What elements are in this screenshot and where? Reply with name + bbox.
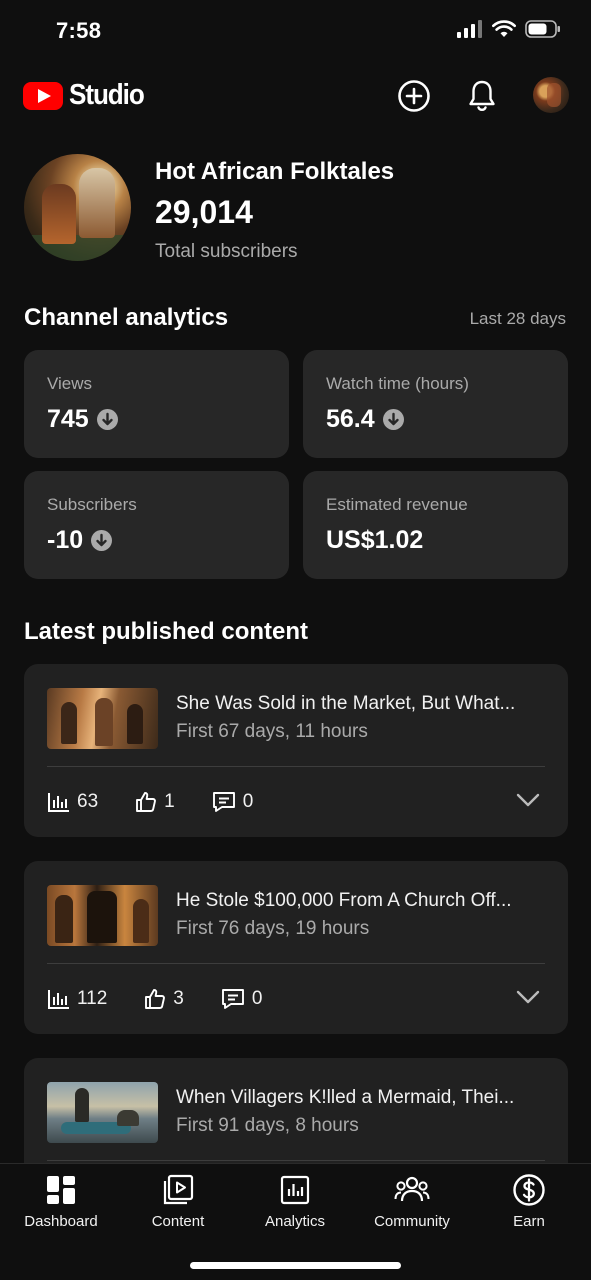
metric-card-subscribers[interactable]: Subscribers -10: [24, 471, 289, 579]
status-time: 7:58: [56, 18, 102, 43]
metric-label: Subscribers: [47, 495, 137, 514]
thumbs-up-icon: [136, 792, 157, 812]
status-icons: [457, 20, 561, 38]
nav-dashboard[interactable]: Dashboard: [6, 1172, 116, 1230]
notifications-button[interactable]: [462, 76, 502, 116]
likes-stat: 3: [143, 987, 184, 1011]
channel-summary: Hot African Folktales 29,014 Total subsc…: [24, 154, 569, 264]
divider: [47, 963, 545, 964]
nav-label: Community: [374, 1213, 450, 1230]
video-thumbnail[interactable]: [47, 885, 158, 946]
expand-button[interactable]: [516, 989, 540, 1010]
metric-value: -10: [47, 526, 113, 555]
video-stats: 112 3 0: [47, 985, 262, 1013]
nav-community[interactable]: Community: [357, 1172, 467, 1230]
analytics-icon: [280, 1175, 310, 1205]
metric-value: 745: [47, 405, 118, 434]
account-avatar[interactable]: [533, 77, 569, 113]
thumbs-up-icon: [145, 989, 166, 1009]
app-header: Studio: [0, 70, 591, 122]
video-card[interactable]: He Stole $100,000 From A Church Off... F…: [24, 861, 568, 1034]
analytics-period: Last 28 days: [469, 309, 566, 328]
video-period: First 91 days, 8 hours: [176, 1115, 359, 1136]
subscriber-count-label: Total subscribers: [155, 241, 298, 262]
youtube-logo-icon: [23, 81, 63, 110]
trend-down-icon: [91, 530, 113, 551]
video-card[interactable]: She Was Sold in the Market, But What... …: [24, 664, 568, 837]
wifi-icon: [492, 20, 516, 37]
bar-chart-icon: [48, 990, 69, 1009]
expand-button[interactable]: [516, 792, 540, 813]
video-title: She Was Sold in the Market, But What...: [176, 693, 516, 714]
plus-circle-icon: [398, 80, 430, 112]
latest-content-title: Latest published content: [24, 618, 309, 645]
nav-analytics[interactable]: Analytics: [240, 1172, 350, 1230]
cellular-signal-icon: [457, 20, 482, 38]
battery-icon: [525, 20, 560, 38]
likes-stat: 1: [134, 790, 175, 814]
subscriber-count: 29,014: [155, 194, 253, 230]
video-stats: 63 1 0: [47, 788, 253, 816]
nav-label: Content: [151, 1213, 205, 1230]
nav-content[interactable]: Content: [123, 1172, 233, 1230]
channel-avatar[interactable]: [24, 154, 131, 261]
create-button[interactable]: [394, 76, 434, 116]
earn-icon: [513, 1174, 545, 1206]
views-stat: 112: [47, 988, 107, 1010]
channel-analytics-title: Channel analytics: [24, 304, 229, 331]
status-bar: 7:58: [0, 0, 591, 64]
video-period: First 76 days, 19 hours: [176, 918, 370, 939]
comments-stat: 0: [220, 987, 262, 1011]
views-stat: 63: [47, 791, 98, 813]
metric-label: Estimated revenue: [326, 495, 468, 514]
chevron-down-icon: [516, 990, 540, 1004]
home-indicator: [190, 1262, 401, 1269]
channel-name: Hot African Folktales: [155, 158, 395, 185]
metric-card-revenue[interactable]: Estimated revenue US$1.02: [303, 471, 568, 579]
video-thumbnail[interactable]: [47, 688, 158, 749]
metric-label: Views: [47, 374, 93, 393]
nav-earn[interactable]: Earn: [474, 1172, 584, 1230]
trend-down-icon: [96, 409, 118, 430]
community-icon: [394, 1176, 430, 1202]
divider: [47, 1160, 545, 1161]
studio-logo[interactable]: Studio: [23, 79, 152, 112]
nav-label: Dashboard: [24, 1213, 98, 1230]
content-icon: [163, 1174, 194, 1205]
video-thumbnail[interactable]: [47, 1082, 158, 1143]
metric-value: 56.4: [326, 405, 404, 434]
chevron-down-icon: [516, 793, 540, 807]
video-title: When Villagers K!lled a Mermaid, Thei...: [176, 1087, 515, 1108]
comment-icon: [221, 989, 244, 1009]
dashboard-icon: [47, 1176, 75, 1204]
video-period: First 67 days, 11 hours: [176, 721, 368, 742]
comments-stat: 0: [211, 790, 253, 814]
brand-text: Studio: [69, 79, 145, 111]
bell-icon: [469, 80, 495, 111]
metric-value: US$1.02: [326, 526, 424, 554]
divider: [47, 766, 545, 767]
trend-down-icon: [382, 409, 404, 430]
metric-card-views[interactable]: Views 745: [24, 350, 289, 458]
metric-card-watch-time[interactable]: Watch time (hours) 56.4: [303, 350, 568, 458]
nav-label: Earn: [513, 1213, 545, 1230]
video-title: He Stole $100,000 From A Church Off...: [176, 890, 512, 911]
bar-chart-icon: [48, 793, 69, 812]
nav-label: Analytics: [264, 1213, 326, 1230]
comment-icon: [212, 792, 235, 812]
metric-label: Watch time (hours): [326, 374, 469, 393]
